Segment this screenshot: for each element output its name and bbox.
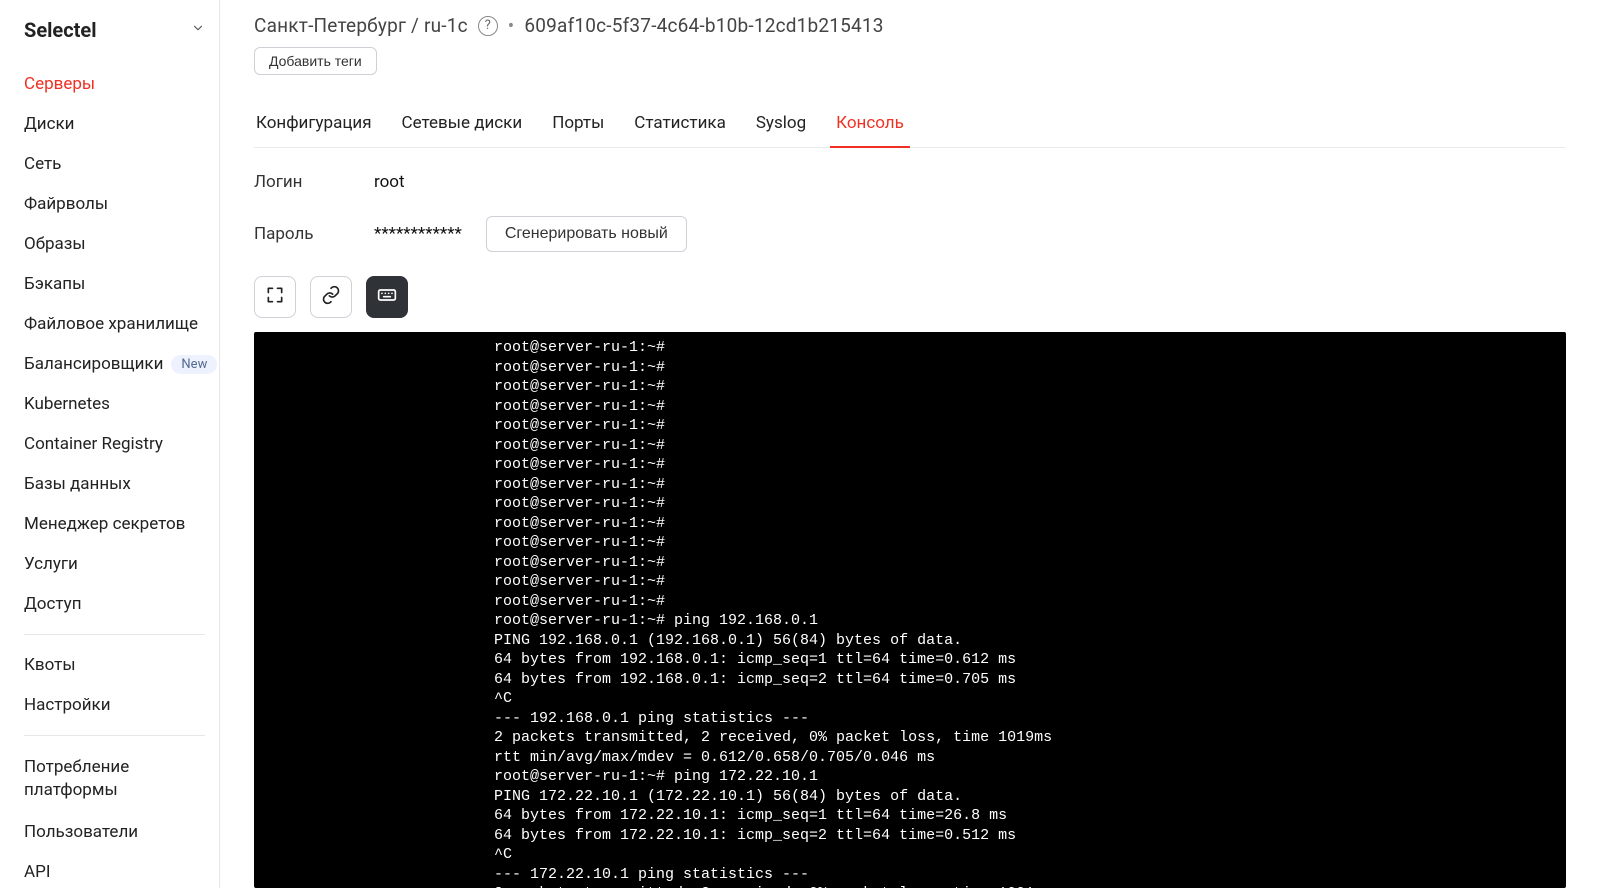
sidebar-item[interactable]: Квоты <box>24 645 205 685</box>
sidebar-item-label: Файрволы <box>24 194 108 214</box>
sidebar-item[interactable]: Kubernetes <box>24 384 205 424</box>
tab[interactable]: Сетевые диски <box>400 105 525 147</box>
copy-link-button[interactable] <box>310 276 352 318</box>
fullscreen-button[interactable] <box>254 276 296 318</box>
nav-separator <box>24 735 205 736</box>
sidebar-item[interactable]: Сеть <box>24 144 205 184</box>
sidebar-item-label: Пользователи <box>24 822 138 842</box>
sidebar-item-label: Файловое хранилище <box>24 314 198 334</box>
sidebar-item[interactable]: Container Registry <box>24 424 205 464</box>
sidebar-item[interactable]: Бэкапы <box>24 264 205 304</box>
sidebar-item-label: Серверы <box>24 74 95 94</box>
sidebar-item-label: Бэкапы <box>24 274 85 294</box>
sidebar-item-label: Балансировщики <box>24 354 163 374</box>
tab[interactable]: Порты <box>550 105 606 147</box>
tab[interactable]: Статистика <box>632 105 728 147</box>
sidebar-item[interactable]: Файрволы <box>24 184 205 224</box>
chevron-down-icon <box>191 21 205 39</box>
sidebar-item-label: Настройки <box>24 695 111 715</box>
sidebar-item-label: Образы <box>24 234 86 254</box>
password-label: Пароль <box>254 224 324 244</box>
login-label: Логин <box>254 172 324 192</box>
sidebar-nav: Серверы Диски Сеть Файрволы Образы Бэкапы Файл… <box>24 64 205 892</box>
keyboard-button[interactable] <box>366 276 408 318</box>
sidebar-item[interactable]: Базы данных <box>24 464 205 504</box>
sidebar-item-label: Доступ <box>24 594 82 614</box>
sidebar-item-label: Kubernetes <box>24 394 110 414</box>
sidebar-item-label: API <box>24 862 50 882</box>
nav-separator <box>24 634 205 635</box>
new-badge: New <box>171 355 217 374</box>
sidebar-item[interactable]: Услуги <box>24 544 205 584</box>
sidebar-item[interactable]: Файловое хранилище <box>24 304 205 344</box>
sidebar-item[interactable]: Менеджер секретов <box>24 504 205 544</box>
tab[interactable]: Syslog <box>754 105 808 147</box>
sidebar-item-label: Базы данных <box>24 474 131 494</box>
sidebar-item[interactable]: Доступ <box>24 584 205 624</box>
sidebar-item[interactable]: API <box>24 852 205 892</box>
sidebar-item-label: Сеть <box>24 154 61 174</box>
brand-name: Selectel <box>24 18 97 42</box>
sidebar: Selectel Серверы Диски Сеть Файрволы Образы Б… <box>0 0 220 888</box>
sidebar-item[interactable]: Настройки <box>24 685 205 725</box>
breadcrumb: Санкт-Петербург / ru-1c ? • 609af10c-5f3… <box>254 14 1566 37</box>
fullscreen-icon <box>265 285 285 309</box>
password-value: ************ <box>374 224 462 244</box>
sidebar-item-label: Менеджер секретов <box>24 514 185 534</box>
tab[interactable]: Конфигурация <box>254 105 374 147</box>
breadcrumb-region: Санкт-Петербург / ru-1c <box>254 14 468 37</box>
console-toolbar <box>254 276 1566 318</box>
keyboard-icon <box>377 285 397 309</box>
link-icon <box>321 285 341 309</box>
console-terminal[interactable]: root@server-ru-1:~# root@server-ru-1:~# … <box>254 332 1566 888</box>
sidebar-item[interactable]: Образы <box>24 224 205 264</box>
sidebar-item-label: Услуги <box>24 554 78 574</box>
help-icon[interactable]: ? <box>478 16 498 36</box>
sidebar-item[interactable]: БалансировщикиNew <box>24 344 205 384</box>
sidebar-item[interactable]: Пользователи <box>24 812 205 852</box>
add-tags-button[interactable]: Добавить теги <box>254 47 377 75</box>
breadcrumb-uuid: 609af10c-5f37-4c64-b10b-12cd1b215413 <box>524 14 883 37</box>
main-content: Санкт-Петербург / ru-1c ? • 609af10c-5f3… <box>220 0 1600 888</box>
tab[interactable]: Консоль <box>834 105 906 147</box>
sidebar-item[interactable]: Диски <box>24 104 205 144</box>
brand-dropdown[interactable]: Selectel <box>24 18 205 64</box>
sidebar-item-label: Квоты <box>24 655 76 675</box>
sidebar-item-label: Container Registry <box>24 434 163 454</box>
separator-dot: • <box>508 14 515 37</box>
sidebar-item[interactable]: Серверы <box>24 64 205 104</box>
sidebar-item-label: Диски <box>24 114 75 134</box>
tabs: Конфигурация Сетевые диски Порты Статистика… <box>254 105 1566 148</box>
sidebar-item-label: Потребление платформы <box>24 756 205 802</box>
regenerate-password-button[interactable]: Сгенерировать новый <box>486 216 687 252</box>
sidebar-item[interactable]: Потребление платформы <box>24 746 205 812</box>
login-value: root <box>374 172 405 192</box>
